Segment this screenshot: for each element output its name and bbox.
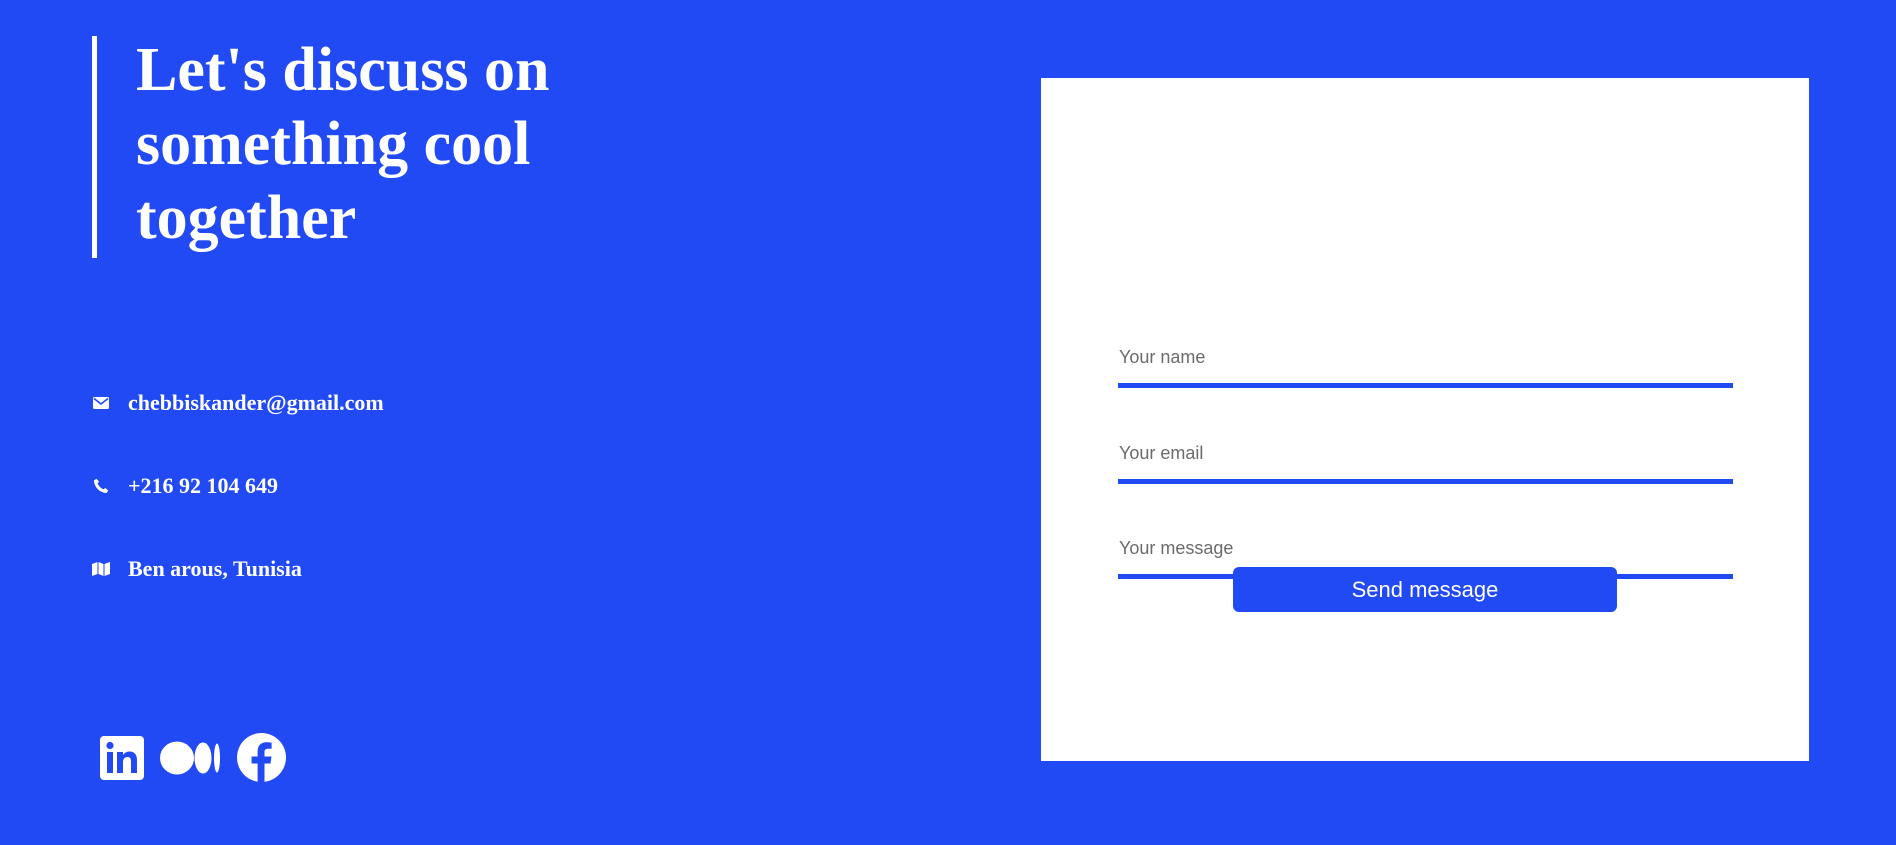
contact-email-text[interactable]: chebbiskander@gmail.com	[128, 390, 384, 416]
envelope-icon	[92, 394, 110, 412]
contact-phone-text[interactable]: +216 92 104 649	[128, 473, 278, 499]
email-input[interactable]	[1118, 440, 1733, 484]
social-links	[100, 733, 302, 787]
phone-icon	[92, 477, 110, 495]
contact-form-card: Send message	[1041, 78, 1809, 761]
send-message-button[interactable]: Send message	[1233, 567, 1617, 612]
name-field-wrapper	[1118, 344, 1733, 388]
contact-item-email: chebbiskander@gmail.com	[92, 385, 384, 421]
medium-link[interactable]	[160, 741, 221, 780]
linkedin-icon	[100, 735, 144, 785]
medium-icon	[160, 741, 221, 780]
facebook-link[interactable]	[237, 733, 286, 787]
map-icon	[92, 560, 110, 578]
facebook-icon	[237, 733, 286, 787]
contact-item-location: Ben arous, Tunisia	[92, 551, 384, 587]
contact-item-phone: +216 92 104 649	[92, 468, 384, 504]
name-input[interactable]	[1118, 344, 1733, 388]
contact-list: chebbiskander@gmail.com +216 92 104 649 …	[92, 385, 384, 634]
heading-block: Let's discuss on something cool together	[92, 36, 656, 258]
contact-info-section: Let's discuss on something cool together…	[0, 0, 1000, 845]
page-heading: Let's discuss on something cool together	[136, 36, 550, 252]
email-field-wrapper	[1118, 440, 1733, 484]
linkedin-link[interactable]	[100, 735, 144, 785]
contact-location-text: Ben arous, Tunisia	[128, 556, 302, 581]
